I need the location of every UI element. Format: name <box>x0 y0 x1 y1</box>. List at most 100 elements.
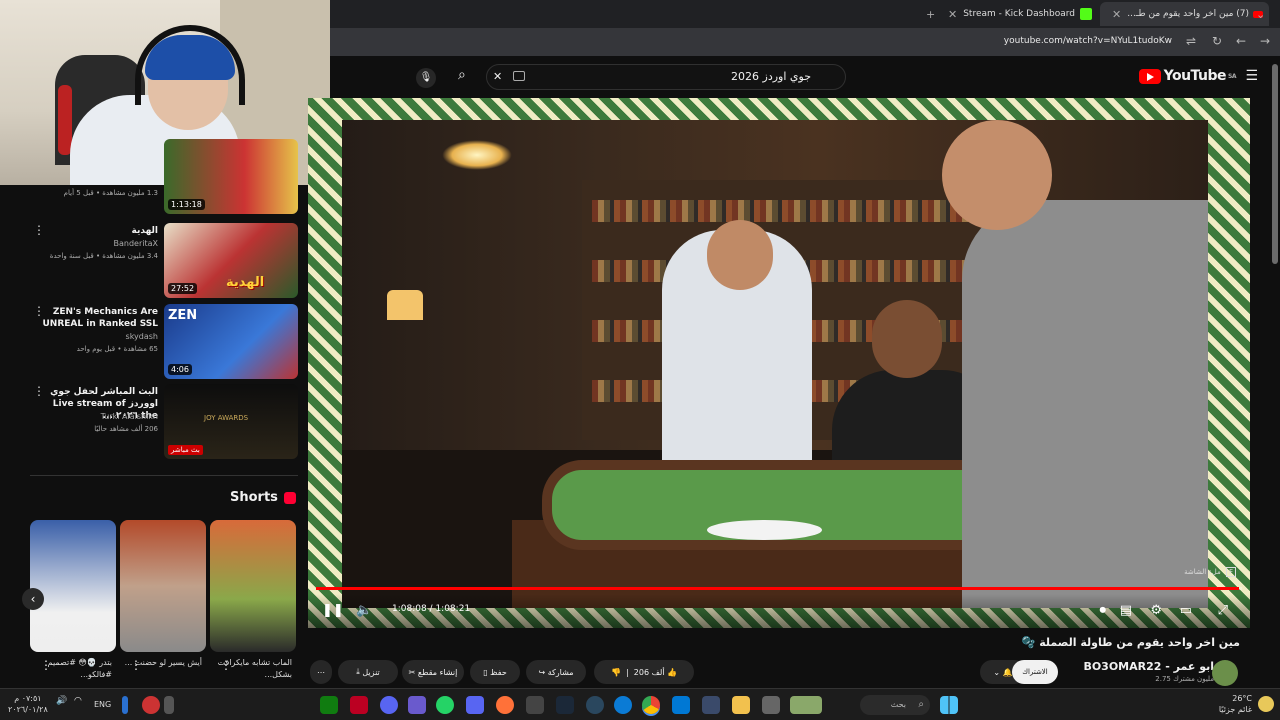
forward-icon[interactable]: → <box>1260 34 1270 48</box>
weather-condition: غائم جزئيًا <box>1218 705 1252 714</box>
mail-icon[interactable] <box>672 696 690 714</box>
scene-chandelier <box>442 140 512 170</box>
thumbnail-text: JOY AWARDS <box>204 414 249 422</box>
channel-avatar[interactable] <box>1212 660 1238 686</box>
file-explorer-icon[interactable] <box>732 696 750 714</box>
close-icon[interactable]: ✕ <box>948 8 957 21</box>
shorts-prev-button[interactable]: ‹ <box>22 588 44 610</box>
app-icon[interactable] <box>380 696 398 714</box>
video-channel[interactable]: skydash <box>38 332 158 341</box>
tab-youtube[interactable]: ✕ (7) مين اخر واحد يقوم من طـ... <box>1100 2 1270 26</box>
video-player[interactable]: ملء الشاشة F ❚❚ 🔈 1:08:08 / 1:08:21 ⏺ ▤ … <box>308 98 1250 628</box>
more-options-icon[interactable]: ⋮ <box>220 658 232 672</box>
video-channel[interactable]: Turki Alalshikh <box>38 412 158 421</box>
weather-widget[interactable]: 26°C غائم جزئيًا <box>1219 693 1252 715</box>
taskbar-clock[interactable]: ٠٧:٥١ م ٢٠٢٦/٠١/٢٨ <box>8 693 48 715</box>
app-icon[interactable] <box>526 696 544 714</box>
logo-text: YouTube <box>1163 68 1227 84</box>
list-item[interactable]: 1:13:18 1.3 مليون مشاهدة • قبل 5 أيام <box>0 139 308 217</box>
video-thumbnail[interactable]: JOY AWARDS بث مباشر <box>164 384 298 459</box>
tab-kick-dashboard[interactable]: ✕ Stream - Kick Dashboard <box>942 2 1075 26</box>
hint-key: F <box>1225 567 1236 577</box>
page-scrollbar[interactable] <box>1270 56 1280 656</box>
clip-button[interactable]: ✂ إنشاء مقطع <box>402 660 464 684</box>
scene-person-head <box>872 300 942 378</box>
tab-plus[interactable]: + <box>920 2 941 26</box>
edge-icon[interactable] <box>614 696 632 714</box>
video-thumbnail[interactable]: الهدية 27:52 <box>164 223 298 298</box>
channel-name[interactable]: BO3OMAR22 - ابو عمر <box>1083 660 1214 673</box>
theater-mode-icon[interactable]: ▭ <box>1180 603 1192 618</box>
list-item[interactable]: ZEN 4:06 ⋮ ZEN's Mechanics Are UNREAL in… <box>0 304 308 382</box>
reload-icon[interactable]: ↻ <box>1212 34 1222 48</box>
keyboard-icon[interactable] <box>513 71 525 81</box>
xbox-icon[interactable] <box>320 696 338 714</box>
tab-menu-icon[interactable]: ⌄ <box>1250 2 1271 26</box>
download-button[interactable]: ⤓ تنزيل <box>338 660 398 684</box>
steam-icon[interactable] <box>586 696 604 714</box>
tune-icon[interactable]: ⇌ <box>1186 34 1196 48</box>
video-title[interactable]: ZEN's Mechanics Are UNREAL in Ranked SSL <box>38 306 158 330</box>
dislike-icon[interactable]: 👎 <box>611 668 621 677</box>
video-thumbnail[interactable]: 1:13:18 <box>164 139 298 214</box>
firefox-icon[interactable] <box>496 696 514 714</box>
url-field[interactable]: youtube.com/watch?v=NYuL1tudoKw <box>1004 36 1172 46</box>
widgets-icon[interactable] <box>790 696 822 714</box>
more-actions-button[interactable]: ⋯ <box>310 660 332 684</box>
wifi-icon[interactable]: ◠ <box>74 696 92 714</box>
back-icon[interactable]: ← <box>1236 34 1246 48</box>
video-channel[interactable]: BanderitaX <box>38 239 159 248</box>
short-card[interactable] <box>120 520 206 652</box>
settings-icon[interactable]: ⚙ <box>1150 603 1162 618</box>
tray-icon[interactable] <box>164 696 174 714</box>
like-icon[interactable]: 👍 <box>667 668 677 677</box>
share-button[interactable]: ↪ مشاركة <box>526 660 586 684</box>
short-card[interactable] <box>30 520 116 652</box>
volume-icon[interactable]: 🔈 <box>356 603 372 618</box>
like-dislike-button[interactable]: 👎 | 206 ألف 👍 <box>594 660 694 684</box>
download-label: تنزيل <box>362 667 380 677</box>
more-options-icon[interactable]: ⋮ <box>40 658 52 672</box>
progress-bar[interactable] <box>316 587 1242 590</box>
autoplay-toggle-icon[interactable]: ⏺ <box>1100 603 1107 618</box>
recording-icon[interactable] <box>142 696 160 714</box>
list-item[interactable]: الهدية 27:52 ⋮ الهدية BanderitaX 3.4 ملي… <box>0 223 308 301</box>
menu-icon[interactable]: ☰ <box>1245 68 1258 84</box>
windows-start-icon[interactable] <box>940 696 958 714</box>
microphone-icon[interactable]: 🎙 <box>416 68 436 88</box>
video-title[interactable]: الهدية <box>38 225 158 237</box>
short-card[interactable] <box>210 520 296 652</box>
more-options-icon[interactable]: ⋮ <box>130 658 142 672</box>
language-indicator[interactable]: ENG <box>94 700 111 709</box>
save-button[interactable]: ▯ حفظ <box>470 660 520 684</box>
teams-icon[interactable] <box>408 696 426 714</box>
video-frame[interactable] <box>342 120 1208 608</box>
task-view-icon[interactable] <box>762 696 780 714</box>
kick-icon <box>1080 8 1092 20</box>
steam-icon[interactable] <box>556 696 574 714</box>
video-thumbnail[interactable]: ZEN 4:06 <box>164 304 298 379</box>
close-icon[interactable]: ✕ <box>1112 8 1121 21</box>
search-box[interactable]: ✕ جوي اوردز 2026 <box>486 64 846 90</box>
app-icon[interactable] <box>702 696 720 714</box>
scrollbar-thumb[interactable] <box>1272 64 1278 264</box>
captions-icon[interactable]: ▤ <box>1120 603 1132 618</box>
pause-icon[interactable]: ❚❚ <box>322 603 344 618</box>
taskbar-search[interactable]: بحث ⌕ <box>860 695 930 715</box>
obs-icon[interactable] <box>350 696 368 714</box>
video-duration: 27:52 <box>168 283 198 294</box>
list-item[interactable]: JOY AWARDS بث مباشر ⋮ البث المباشر لحفل … <box>0 384 308 462</box>
fullscreen-icon[interactable]: ⤢ <box>1218 603 1228 618</box>
scene-plate <box>707 520 822 540</box>
clock-time: ٠٧:٥١ م <box>14 694 42 703</box>
chrome-icon[interactable] <box>642 696 660 714</box>
search-input[interactable]: جوي اوردز 2026 <box>731 70 811 83</box>
discord-icon[interactable] <box>466 696 484 714</box>
speaker-icon[interactable]: 🔊 <box>56 696 74 714</box>
search-icon[interactable]: ⌕ <box>458 67 466 83</box>
youtube-logo[interactable]: YouTube SA <box>1138 68 1236 84</box>
clear-search-icon[interactable]: ✕ <box>493 70 502 83</box>
subscribe-button[interactable]: الاشتراك <box>1012 660 1058 684</box>
microphone-icon[interactable] <box>122 696 128 714</box>
whatsapp-icon[interactable] <box>436 696 454 714</box>
